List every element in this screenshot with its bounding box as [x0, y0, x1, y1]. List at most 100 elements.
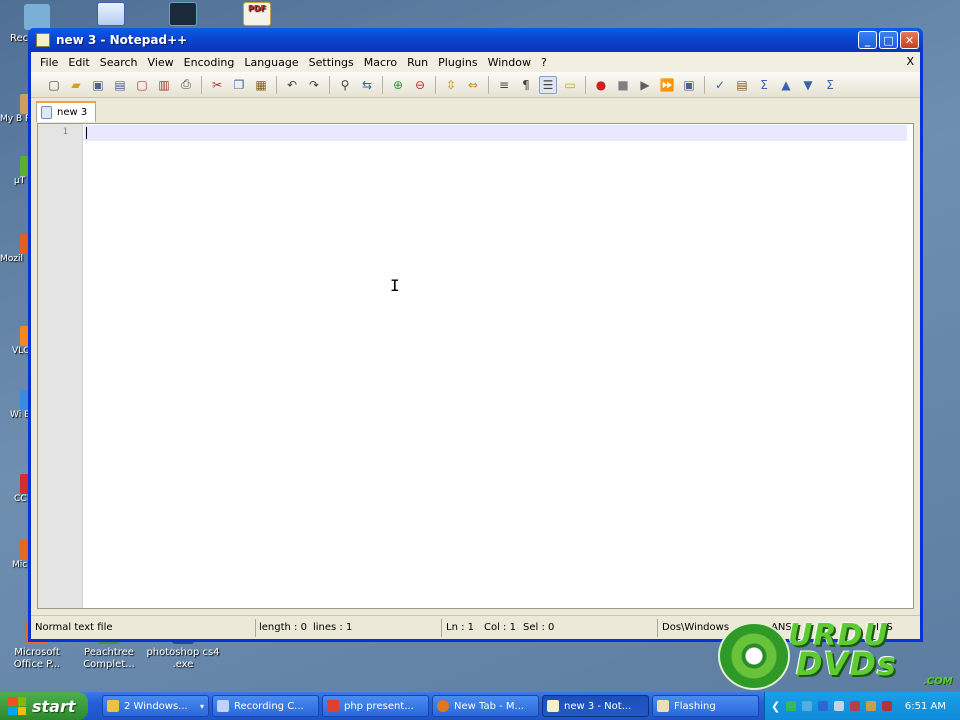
up-icon[interactable]: ▲	[777, 76, 795, 94]
save-macro-icon[interactable]: ▣	[680, 76, 698, 94]
desktop-icon-mozilla[interactable]: Mozil	[0, 234, 30, 265]
minimize-button[interactable]: _	[858, 31, 877, 49]
desktop-icon-label: µT	[14, 176, 26, 186]
task-windows-explorer[interactable]: 2 Windows... ▾	[102, 695, 209, 717]
menu-bar: File Edit Search View Encoding Language …	[31, 52, 920, 72]
status-divider	[657, 619, 658, 637]
sync-h-icon[interactable]: ⇔	[464, 76, 482, 94]
desktop-icon-word[interactable]	[76, 2, 146, 29]
new-icon[interactable]: ▢	[45, 76, 63, 94]
volume-icon[interactable]	[834, 701, 845, 711]
play-icon[interactable]: ▶	[636, 76, 654, 94]
save-all-icon[interactable]: ▤	[111, 76, 129, 94]
notepad-app-icon[interactable]	[36, 33, 50, 47]
line-number-gutter: 1	[38, 124, 83, 608]
summary-icon[interactable]: Σ	[755, 76, 773, 94]
menu-window[interactable]: Window	[483, 56, 536, 69]
close-button[interactable]: ✕	[900, 31, 919, 49]
close-document-button[interactable]: X	[906, 55, 914, 68]
desktop-icon-label: Wi Brov	[10, 410, 30, 420]
task-label: php present...	[344, 700, 414, 712]
tab-new-3[interactable]: new 3	[36, 101, 96, 122]
task-list: 2 Windows... ▾ Recording C... php presen…	[102, 695, 759, 717]
clock[interactable]: 6:51 AM	[905, 701, 946, 712]
print-icon[interactable]: ⎙	[177, 76, 195, 94]
play-multi-icon[interactable]: ⏩	[658, 76, 676, 94]
disc-logo-icon	[718, 622, 790, 690]
desktop-icon-utorrent[interactable]: µT	[0, 156, 30, 187]
desktop-icon-vlc[interactable]: VLC p	[0, 326, 30, 357]
desktop-icon-pdf[interactable]: PDF	[222, 2, 292, 29]
desktop-icon-my-briefcase[interactable]: My B P	[0, 94, 30, 125]
close-icon[interactable]: ▢	[133, 76, 151, 94]
desktop-icon-label: CC	[14, 494, 27, 504]
tray-expand-icon[interactable]: ❮	[771, 700, 780, 713]
menu-settings[interactable]: Settings	[304, 56, 359, 69]
menu-encoding[interactable]: Encoding	[179, 56, 240, 69]
zoom-in-icon[interactable]: ⊕	[389, 76, 407, 94]
application-icon	[169, 2, 197, 26]
text-caret	[86, 127, 87, 139]
windows-flag-icon	[8, 697, 26, 715]
save-icon[interactable]: ▣	[89, 76, 107, 94]
start-button[interactable]: start	[0, 692, 88, 720]
replace-icon[interactable]: ⇆	[358, 76, 376, 94]
task-notepad[interactable]: new 3 - Not...	[542, 695, 649, 717]
spell-check2-icon[interactable]: ▤	[733, 76, 751, 94]
tab-bar: new 3	[31, 99, 920, 123]
zoom-out-icon[interactable]: ⊖	[411, 76, 429, 94]
desktop-icon-label-1: Microsoft	[14, 647, 60, 658]
menu-plugins[interactable]: Plugins	[433, 56, 482, 69]
user-lang-icon[interactable]: ▭	[561, 76, 579, 94]
text-editor[interactable]: 1 I	[37, 123, 914, 609]
down-icon[interactable]: ▼	[799, 76, 817, 94]
network-icon[interactable]	[786, 701, 797, 711]
record-icon[interactable]: ●	[592, 76, 610, 94]
menu-help[interactable]: ?	[536, 56, 552, 69]
menu-view[interactable]: View	[143, 56, 179, 69]
line-number: 1	[62, 127, 68, 137]
find-icon[interactable]: ⚲	[336, 76, 354, 94]
paste-icon[interactable]: ▦	[252, 76, 270, 94]
desktop-icon-microsoft-office[interactable]: Mic Offi	[0, 540, 30, 571]
desktop-icon-cc[interactable]: CC	[0, 474, 30, 505]
desktop-icon-label-2: Complet...	[83, 659, 135, 670]
redo-icon[interactable]: ↷	[305, 76, 323, 94]
antivirus-icon[interactable]	[866, 701, 877, 711]
task-php-presentation[interactable]: php present...	[322, 695, 429, 717]
menu-run[interactable]: Run	[402, 56, 433, 69]
collapse-icon[interactable]: Σ	[821, 76, 839, 94]
open-icon[interactable]: ▰	[67, 76, 85, 94]
stop-icon[interactable]: ■	[614, 76, 632, 94]
undo-icon[interactable]: ↶	[283, 76, 301, 94]
menu-edit[interactable]: Edit	[63, 56, 94, 69]
watermark-text-2: DVDs	[796, 645, 897, 683]
indent-guide-icon[interactable]: ☰	[539, 75, 557, 94]
monitor-icon[interactable]	[802, 701, 813, 711]
close-all-icon[interactable]: ▥	[155, 76, 173, 94]
desktop-icon-browser[interactable]: Wi Brov	[0, 390, 30, 421]
wrap-icon[interactable]: ≡	[495, 76, 513, 94]
title-bar[interactable]: new 3 - Notepad++ _ □ ✕	[28, 28, 923, 52]
menu-file[interactable]: File	[35, 56, 63, 69]
maximize-button[interactable]: □	[879, 31, 898, 49]
notepad-icon	[547, 700, 559, 712]
task-recording[interactable]: Recording C...	[212, 695, 319, 717]
bluetooth-icon[interactable]	[818, 701, 829, 711]
all-chars-icon[interactable]: ¶	[517, 76, 535, 94]
menu-search[interactable]: Search	[95, 56, 143, 69]
menu-language[interactable]: Language	[239, 56, 303, 69]
urdudvds-watermark: URDU DVDs .COM	[718, 618, 956, 690]
task-flashing[interactable]: Flashing	[652, 695, 759, 717]
shield-icon[interactable]	[882, 701, 893, 711]
security-icon[interactable]	[850, 701, 861, 711]
taskbar: start 2 Windows... ▾ Recording C... php …	[0, 692, 960, 720]
task-firefox[interactable]: New Tab - M...	[432, 695, 539, 717]
desktop-icon-app[interactable]	[148, 2, 218, 29]
sync-v-icon[interactable]: ⇳	[442, 76, 460, 94]
spell-check-icon[interactable]: ✓	[711, 76, 729, 94]
copy-icon[interactable]: ❐	[230, 76, 248, 94]
menu-macro[interactable]: Macro	[359, 56, 402, 69]
cut-icon[interactable]: ✂	[208, 76, 226, 94]
recorder-icon	[217, 700, 229, 712]
